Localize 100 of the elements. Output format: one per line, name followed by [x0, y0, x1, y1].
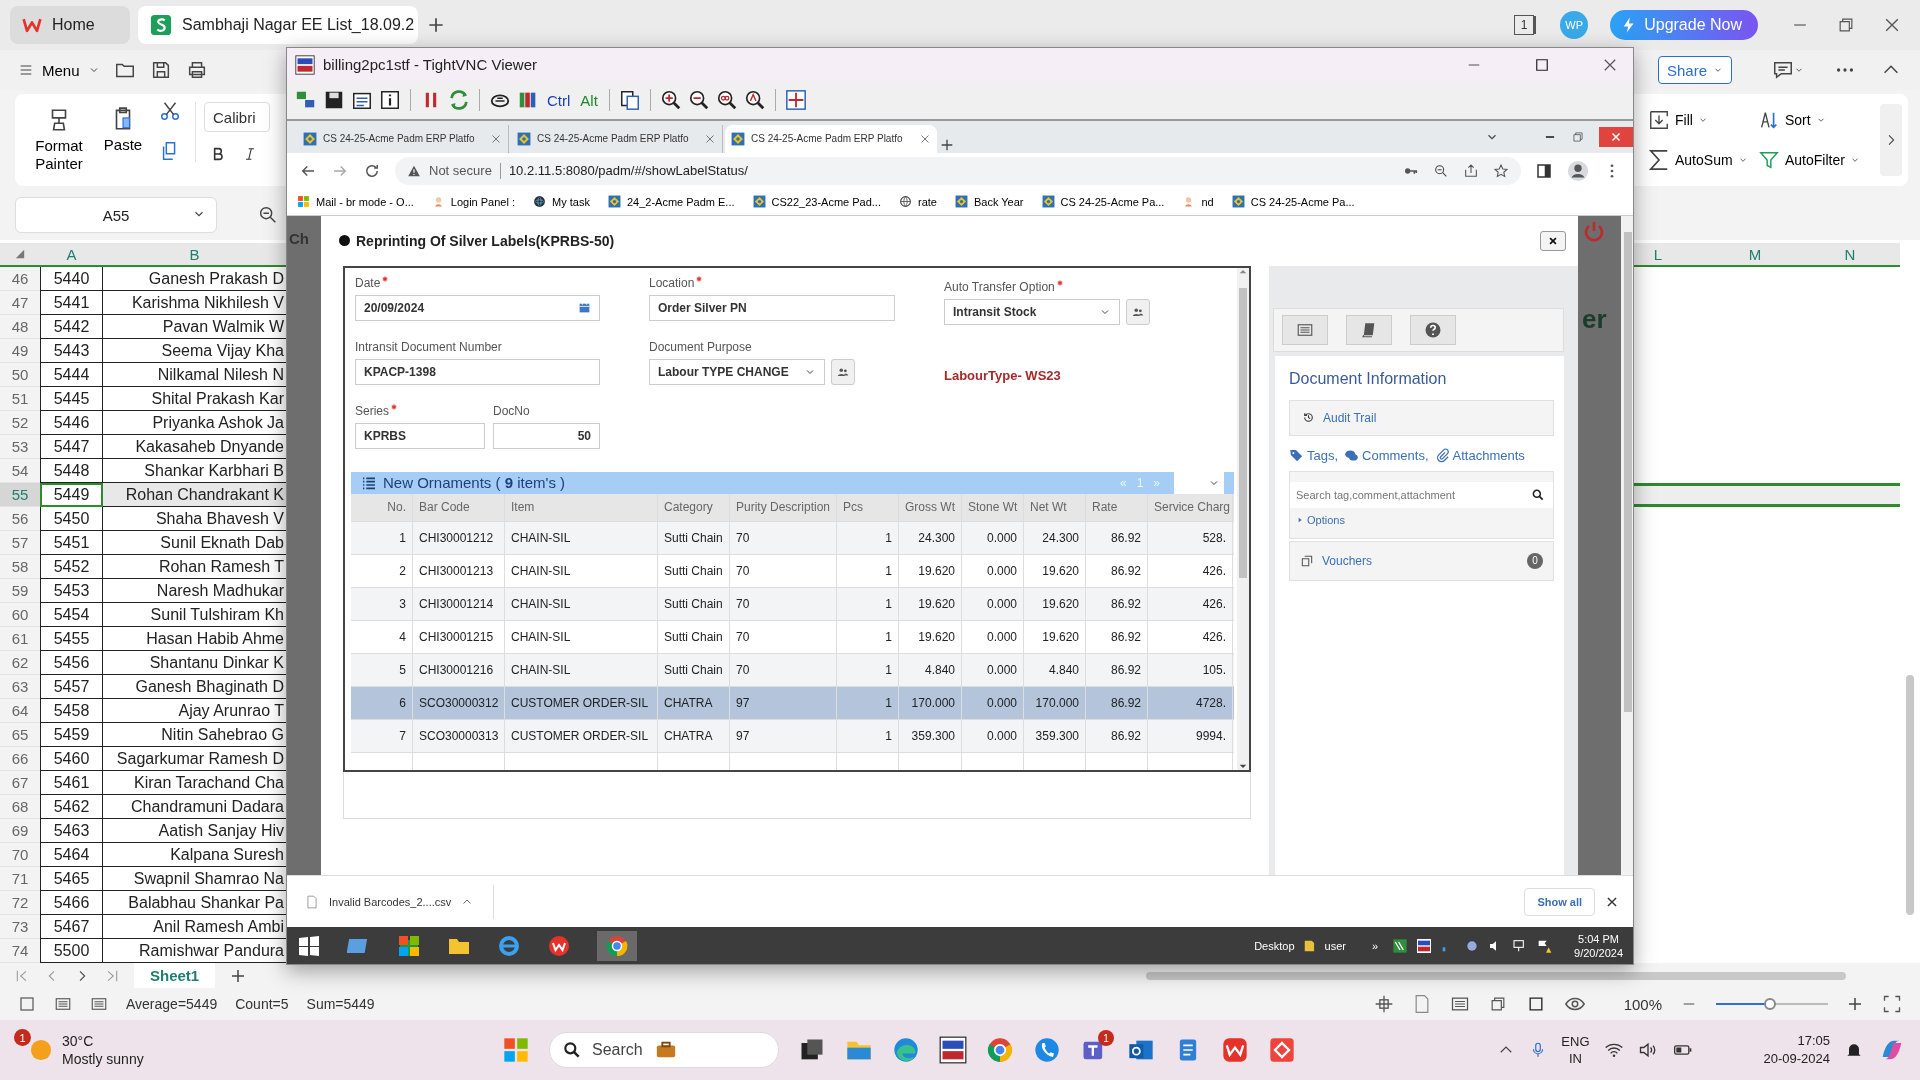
menu-button[interactable]: Menu: [18, 61, 100, 79]
vouchers-link[interactable]: Vouchers: [1322, 553, 1373, 568]
profile-icon[interactable]: [1567, 159, 1589, 182]
bookmark[interactable]: CS 24-25-Acme Pa...: [1231, 195, 1355, 209]
key-button[interactable]: Ctrl: [545, 91, 573, 109]
bookmark[interactable]: CS 24-25-Acme Pa...: [1041, 195, 1165, 209]
outline-icon[interactable]: [90, 995, 108, 1013]
details-tab-button[interactable]: [1282, 314, 1328, 345]
bookmark-star-icon[interactable]: [1493, 162, 1509, 179]
bookmark[interactable]: Back Year: [954, 195, 1024, 209]
audit-trail-link[interactable]: Audit Trail: [1289, 399, 1554, 436]
file-tab[interactable]: Home: [10, 6, 130, 44]
options-toggle[interactable]: Options: [1290, 507, 1351, 538]
row-header[interactable]: 69: [0, 819, 40, 843]
weather-text[interactable]: Mostly sunny: [62, 1050, 144, 1068]
bookmark[interactable]: CS22_23-Acme Pad...: [752, 195, 881, 209]
row-header[interactable]: 46: [0, 267, 40, 291]
book-tab-button[interactable]: [1346, 314, 1392, 345]
ribbon-button[interactable]: AutoFilter: [1758, 149, 1878, 171]
wps-app-icon[interactable]: [547, 933, 571, 958]
zoom-in-icon[interactable]: [659, 89, 682, 111]
share-icon[interactable]: [1463, 162, 1479, 179]
column-header[interactable]: Bar Code: [413, 493, 505, 521]
macro-icon[interactable]: [54, 995, 72, 1013]
save-icon[interactable]: [323, 89, 345, 111]
row-header[interactable]: 51: [0, 387, 40, 411]
row-header[interactable]: 54: [0, 459, 40, 483]
vnc-icon[interactable]: [939, 1036, 967, 1064]
row-header[interactable]: 64: [0, 699, 40, 723]
search-field[interactable]: Search: [549, 1032, 779, 1068]
toolbar-label[interactable]: Desktop: [1254, 939, 1295, 952]
input-field[interactable]: KPRBS: [355, 422, 485, 449]
zoom-actual-icon[interactable]: [715, 89, 738, 111]
zoom-icon[interactable]: [1433, 162, 1449, 179]
ie-icon[interactable]: [497, 933, 521, 958]
start-icon[interactable]: [297, 933, 321, 958]
row-header[interactable]: 60: [0, 603, 40, 627]
panel-link[interactable]: Comments,: [1344, 447, 1429, 463]
windows-start-icon[interactable]: [502, 1036, 530, 1064]
column-header[interactable]: Net Wt: [1024, 493, 1086, 521]
anydesk-icon[interactable]: [1268, 1036, 1296, 1064]
zoom-out-icon[interactable]: [687, 89, 710, 111]
bookmark[interactable]: My task: [533, 195, 590, 209]
restore-icon[interactable]: [1571, 129, 1585, 144]
row-header[interactable]: 48: [0, 315, 40, 339]
file-tab[interactable]: Sambhaji Nagar EE List_18.09.2: [138, 6, 418, 44]
side-panel-icon[interactable]: [1535, 161, 1553, 180]
scrollbar-thumb[interactable]: [1624, 231, 1632, 712]
select-field[interactable]: Labour TYPE CHANGE: [649, 358, 825, 385]
row-header[interactable]: 50: [0, 363, 40, 387]
clipboard-icon[interactable]: [618, 89, 641, 111]
scrollbar-thumb[interactable]: [1906, 675, 1914, 915]
row-header[interactable]: 72: [0, 891, 40, 915]
overflow-chevron[interactable]: »: [1371, 939, 1379, 952]
lookup-button[interactable]: [831, 358, 855, 385]
bookmark[interactable]: nd: [1182, 195, 1214, 209]
clock-date[interactable]: 9/20/2024: [1574, 945, 1623, 960]
column-header[interactable]: Category: [658, 493, 730, 521]
column-header[interactable]: Gross Wt: [899, 493, 962, 521]
scrollbar-thumb[interactable]: [1239, 287, 1247, 578]
scissors-icon[interactable]: [159, 100, 181, 122]
row-header[interactable]: 52: [0, 411, 40, 435]
column-header[interactable]: N: [1830, 243, 1870, 265]
bookmark[interactable]: 24_2-Acme Padm E...: [607, 195, 735, 209]
panel-link[interactable]: Tags,: [1289, 447, 1339, 463]
column-header[interactable]: Stone Wt: [962, 493, 1024, 521]
user-folder-icon[interactable]: [1302, 938, 1317, 953]
name-box[interactable]: A55: [15, 197, 217, 233]
tray-app-icon[interactable]: [1392, 937, 1409, 954]
select-all-icon[interactable]: [15, 249, 25, 259]
show-all-button[interactable]: Show all: [1524, 887, 1595, 916]
row-header[interactable]: 66: [0, 747, 40, 771]
ribbon-button[interactable]: AutoSum: [1648, 149, 1758, 171]
vnc-tray-icon[interactable]: [1416, 937, 1433, 954]
clock-time[interactable]: 17:05: [1797, 1032, 1830, 1050]
column-header[interactable]: B: [103, 243, 286, 265]
browser-tab[interactable]: CS 24-25-Acme Padm ERP Platfo: [297, 124, 509, 153]
column-header[interactable]: No.: [351, 493, 413, 521]
row-header[interactable]: 49: [0, 339, 40, 363]
toolbar-label[interactable]: user: [1324, 939, 1346, 952]
ribbon-button[interactable]: Fill: [1648, 109, 1758, 131]
row-header[interactable]: 71: [0, 867, 40, 891]
column-header[interactable]: Rate: [1086, 493, 1148, 521]
upgrade-button[interactable]: Upgrade Now: [1610, 10, 1758, 40]
input-field[interactable]: 50: [493, 422, 600, 449]
language-text[interactable]: ENG: [1561, 1033, 1590, 1050]
row-header[interactable]: 74: [0, 939, 40, 963]
column-header[interactable]: Pcs: [837, 493, 899, 521]
key-button[interactable]: Alt: [578, 91, 600, 109]
language-text[interactable]: IN: [1568, 1050, 1582, 1067]
format-painter-button[interactable]: Format Painter: [27, 107, 91, 173]
temperature-text[interactable]: 30°C: [62, 1032, 144, 1050]
row-header[interactable]: 65: [0, 723, 40, 747]
zoom-icon[interactable]: [257, 204, 279, 226]
date-field[interactable]: 20/09/2024: [355, 294, 600, 321]
row-header[interactable]: 47: [0, 291, 40, 315]
row-header[interactable]: 57: [0, 531, 40, 555]
store-icon[interactable]: [397, 933, 421, 958]
sheet-tab[interactable]: Sheet1: [134, 963, 216, 988]
bookmark[interactable]: Mail - br mode - O...: [297, 195, 414, 209]
